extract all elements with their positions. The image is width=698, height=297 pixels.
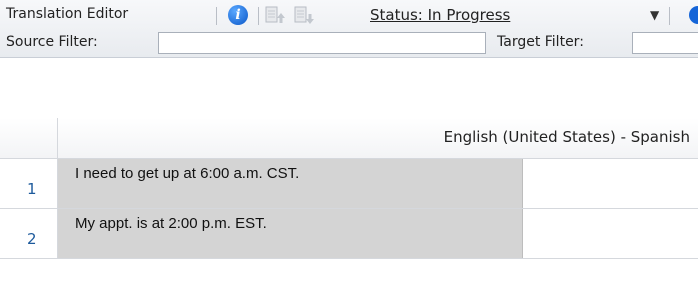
- target-filter-label: Target Filter:: [497, 34, 584, 50]
- table-row[interactable]: 1 I need to get up at 6:00 a.m. CST.: [0, 159, 698, 209]
- move-up-button[interactable]: [263, 4, 285, 26]
- move-up-icon: [265, 6, 285, 23]
- table-row[interactable]: 2 My appt. is at 2:00 p.m. EST.: [0, 209, 698, 259]
- target-cell[interactable]: [523, 159, 698, 208]
- source-text: I need to get up at 6:00 a.m. CST.: [75, 165, 300, 182]
- toolbar-separator: [258, 7, 259, 25]
- row-number: 1: [27, 180, 37, 198]
- row-number: 2: [27, 230, 37, 248]
- dropdown-arrow-icon[interactable]: ▼: [650, 8, 659, 22]
- source-text: My appt. is at 2:00 p.m. EST.: [75, 215, 267, 232]
- source-cell[interactable]: My appt. is at 2:00 p.m. EST.: [58, 209, 523, 258]
- language-pair-column-header[interactable]: English (United States) - Spanish: [444, 128, 690, 146]
- row-number-cell: 1: [0, 159, 58, 208]
- row-number-cell: 2: [0, 209, 58, 258]
- info-icon: i: [228, 5, 248, 25]
- toolbar-row-filters: Source Filter: Target Filter:: [0, 30, 698, 57]
- move-down-icon: [294, 6, 314, 24]
- source-cell[interactable]: I need to get up at 6:00 a.m. CST.: [58, 159, 523, 208]
- grid-corner: [0, 118, 58, 158]
- info-button[interactable]: i: [226, 4, 250, 26]
- toolbar-row-main: Translation Editor i Status: In Progress…: [0, 0, 698, 30]
- source-filter-input[interactable]: [158, 32, 486, 54]
- target-cell[interactable]: [523, 209, 698, 258]
- source-filter-label: Source Filter:: [6, 34, 98, 50]
- toolbar-separator: [669, 7, 670, 25]
- toolbar-separator: [216, 7, 217, 25]
- move-down-button[interactable]: [292, 4, 314, 26]
- status-dropdown[interactable]: Status: In Progress: [370, 6, 510, 24]
- toolbar-title: Translation Editor: [6, 6, 129, 22]
- info-icon-partial: [685, 6, 698, 24]
- target-filter-input[interactable]: [632, 32, 698, 54]
- translation-editor-toolbar: Translation Editor i Status: In Progress…: [0, 0, 698, 58]
